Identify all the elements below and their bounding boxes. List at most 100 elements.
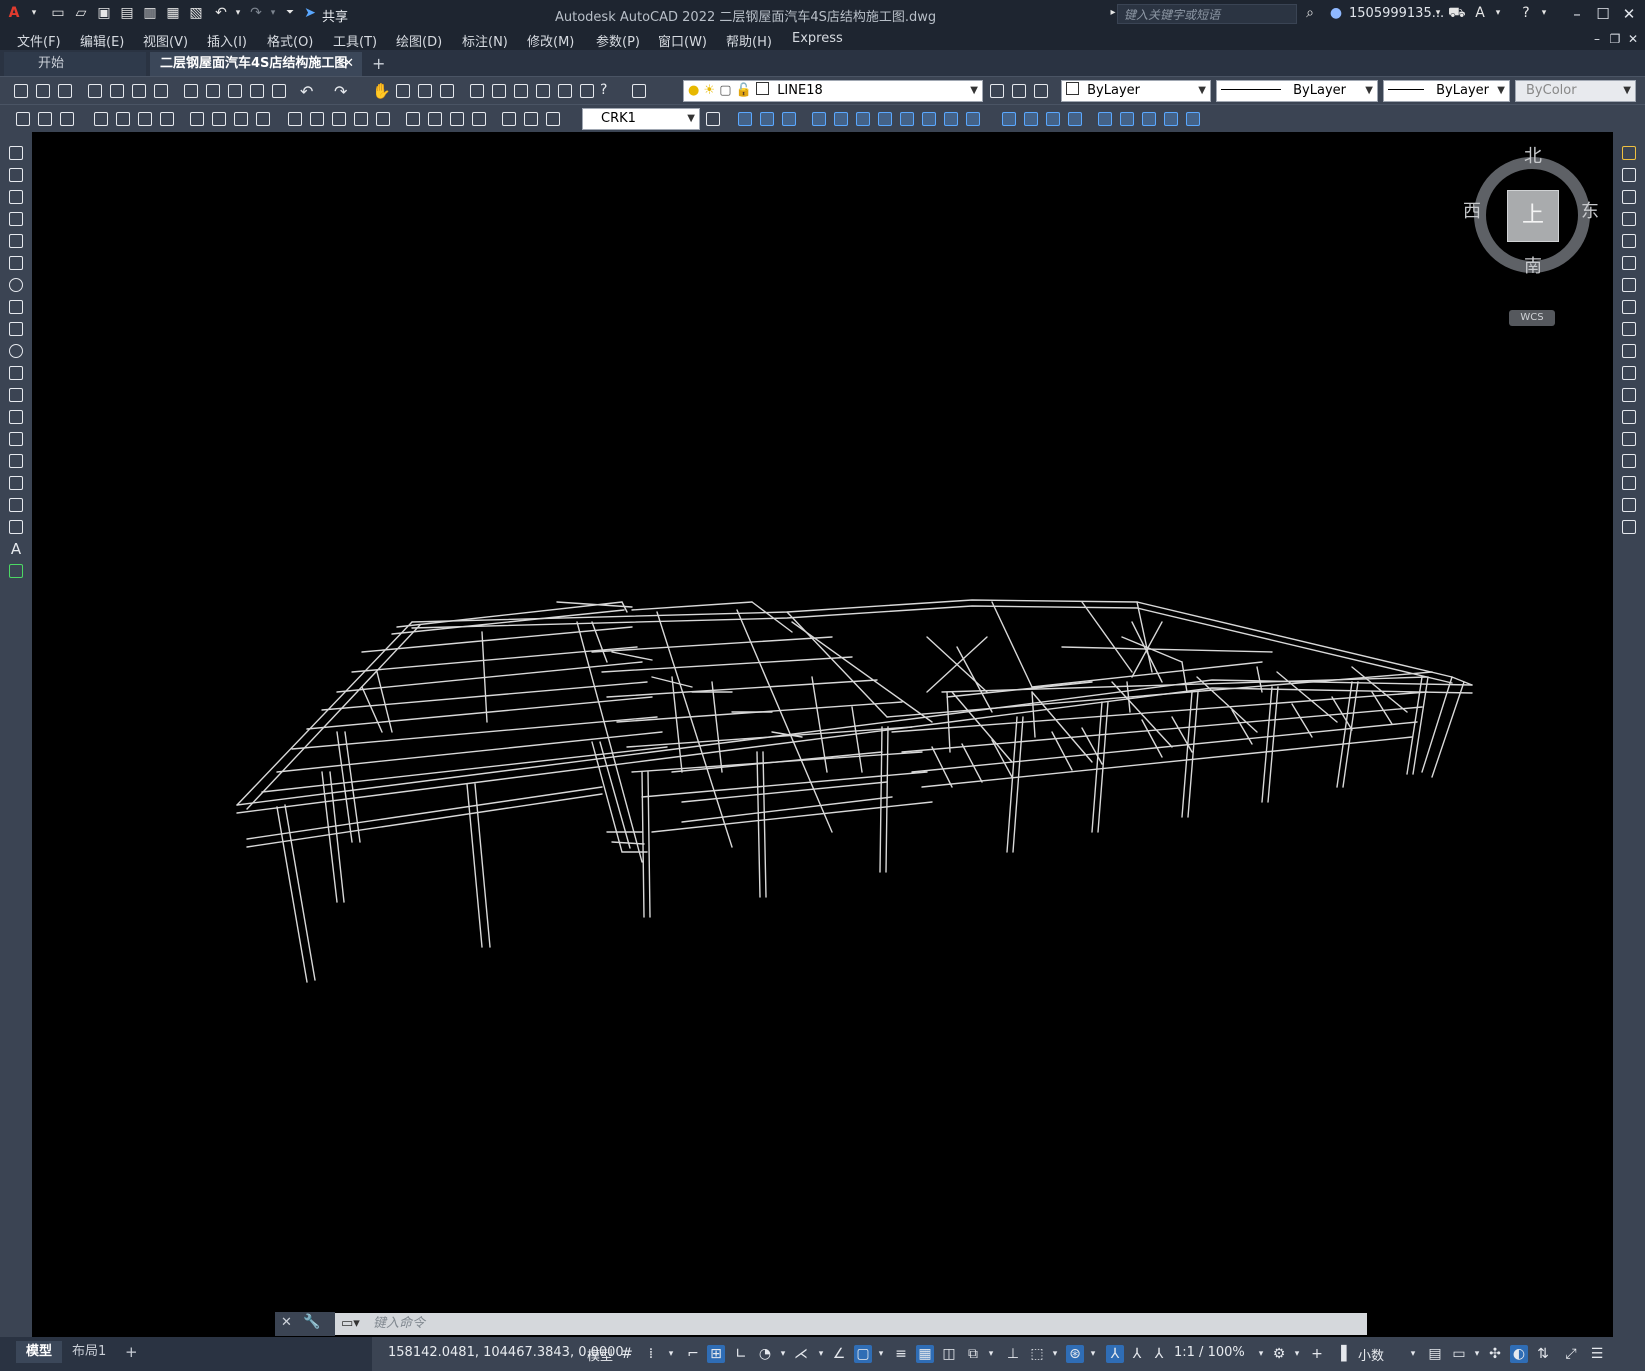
tab-layout1[interactable]: 布局1 [62, 1341, 116, 1363]
compass-north[interactable]: 北 [1524, 142, 1542, 168]
help-dropdown-icon[interactable]: ▾ [1536, 5, 1552, 21]
object-snap-tracking-icon[interactable]: ∠ [830, 1345, 848, 1363]
undo-icon[interactable]: ↶ [213, 5, 229, 21]
polar-tracking-icon[interactable]: ◔ [756, 1345, 774, 1363]
layer-state-icon[interactable] [1032, 82, 1050, 100]
units-value[interactable]: 小数 [1358, 1345, 1384, 1364]
menu-help[interactable]: 帮助(H) [726, 31, 772, 50]
annotation-monitor-icon[interactable]: + [1308, 1345, 1326, 1363]
array-icon[interactable] [1620, 232, 1638, 250]
polygon-icon[interactable] [7, 210, 25, 228]
fillet-icon[interactable] [1620, 474, 1638, 492]
subtract-icon[interactable] [780, 110, 798, 128]
new-tab-button[interactable]: + [372, 54, 385, 73]
circle-icon[interactable] [7, 276, 25, 294]
3d-osnap-icon[interactable]: ⧉ [964, 1345, 982, 1363]
menu-edit[interactable]: 编辑(E) [80, 31, 124, 50]
open-icon[interactable] [34, 82, 52, 100]
menu-tools[interactable]: 工具(T) [333, 31, 377, 50]
save-as-icon[interactable]: ▤ [119, 5, 135, 21]
compass-east[interactable]: 东 [1581, 197, 1599, 223]
materials-icon[interactable] [1044, 110, 1062, 128]
command-history-icon[interactable]: ▭▾ [341, 1313, 360, 1335]
annotation-visibility-icon[interactable]: ⅄ [1106, 1345, 1124, 1363]
multiline-text-icon[interactable]: A [7, 540, 25, 558]
ordinate-dimension-icon[interactable] [158, 110, 176, 128]
undo-toolbar-icon[interactable]: ↶ [300, 82, 318, 101]
sheet-set-icon[interactable] [534, 82, 552, 100]
open-file-icon[interactable]: ▱ [73, 5, 89, 21]
jogged-linear-icon[interactable] [470, 110, 488, 128]
command-input[interactable]: ▭▾ 键入命令 [335, 1313, 1367, 1335]
extend-icon[interactable] [1620, 364, 1638, 382]
help-search-input[interactable]: 键入关键字或短语 [1117, 4, 1297, 24]
wcs-menu-button[interactable]: WCS [1509, 310, 1555, 326]
command-line-handle[interactable]: ✕ 🔧 [275, 1312, 335, 1336]
units-dropdown-icon[interactable]: ▾ [1404, 1345, 1422, 1363]
selection-filter-icon[interactable]: ⬚ [1028, 1345, 1046, 1363]
paste-icon[interactable] [226, 82, 244, 100]
menu-dimension[interactable]: 标注(N) [462, 31, 508, 50]
style-manager-icon[interactable] [36, 110, 54, 128]
quick-dimension-icon[interactable] [286, 110, 304, 128]
apps-dropdown-icon[interactable]: ▾ [1490, 5, 1506, 21]
chamfer-icon[interactable] [1620, 452, 1638, 470]
print-icon[interactable] [86, 82, 104, 100]
rectangle-icon[interactable] [7, 232, 25, 250]
annotation-scale-value[interactable]: 1:1 / 100% [1174, 1345, 1245, 1360]
quick-properties-icon[interactable]: ▤ [1426, 1345, 1444, 1363]
break-at-point-icon[interactable] [1620, 386, 1638, 404]
help-toolbar-icon[interactable]: ? [600, 82, 618, 100]
jogged-dimension-icon[interactable] [210, 110, 228, 128]
ellipse-arc-icon[interactable] [7, 364, 25, 382]
section-plane-icon[interactable] [964, 110, 982, 128]
zoom-window-icon[interactable] [416, 82, 434, 100]
dimension-style-icon[interactable] [704, 110, 722, 128]
properties-icon[interactable] [468, 82, 486, 100]
break-icon[interactable] [1620, 408, 1638, 426]
presspull-icon[interactable] [832, 110, 850, 128]
lineweight-dropdown[interactable]: ByLayer ▼ [1383, 80, 1510, 102]
box-icon[interactable] [736, 110, 754, 128]
transparency-icon[interactable]: ▦ [916, 1345, 934, 1363]
viewcube-top-face[interactable]: 上 [1507, 190, 1559, 242]
copy-icon[interactable] [204, 82, 222, 100]
trim-icon[interactable] [1620, 342, 1638, 360]
center-mark-icon[interactable] [426, 110, 444, 128]
aligned-dimension-icon[interactable] [114, 110, 132, 128]
redo-icon[interactable]: ↷ [248, 5, 264, 21]
search-icon[interactable]: ⌕ [1302, 5, 1318, 21]
linear-dimension-icon[interactable] [92, 110, 110, 128]
polar-dropdown-icon[interactable]: ▾ [774, 1345, 792, 1363]
full-screen-icon[interactable]: ⤢ [1562, 1345, 1580, 1363]
rotate-icon[interactable] [1620, 276, 1638, 294]
diameter-dimension-icon[interactable] [232, 110, 250, 128]
redo-dropdown-icon[interactable]: ▾ [265, 5, 281, 21]
clean-screen-icon[interactable]: ⇅ [1534, 1345, 1552, 1363]
layer-properties-icon[interactable] [630, 82, 648, 100]
construction-line-icon[interactable] [7, 166, 25, 184]
doc-close-button[interactable]: ✕ [1622, 28, 1644, 50]
dimension-break-icon[interactable] [374, 110, 392, 128]
compass-west[interactable]: 西 [1463, 197, 1481, 223]
new-icon[interactable] [12, 82, 30, 100]
autodesk-app-icon[interactable]: A [1472, 5, 1488, 21]
join-icon[interactable] [1620, 430, 1638, 448]
tab-start[interactable]: 开始 [4, 52, 146, 76]
cut-icon[interactable] [182, 82, 200, 100]
3d-rotate-icon[interactable] [1118, 110, 1136, 128]
menu-draw[interactable]: 绘图(D) [396, 31, 442, 50]
menu-window[interactable]: 窗口(W) [658, 31, 707, 50]
offset-icon[interactable] [1620, 210, 1638, 228]
compass-south[interactable]: 南 [1524, 252, 1542, 278]
save-web-icon[interactable]: ▦ [165, 5, 181, 21]
menu-format[interactable]: 格式(O) [267, 31, 313, 50]
angular-dimension-icon[interactable] [254, 110, 272, 128]
autocad-logo-icon[interactable]: A [6, 5, 22, 21]
3d-print-icon[interactable] [152, 82, 170, 100]
menu-parametric[interactable]: 参数(P) [596, 31, 640, 50]
gizmo-icon[interactable]: ⊛ [1066, 1345, 1084, 1363]
zoom-realtime-icon[interactable] [394, 82, 412, 100]
tab-model[interactable]: 模型 [16, 1341, 63, 1363]
make-block-icon[interactable] [7, 408, 25, 426]
